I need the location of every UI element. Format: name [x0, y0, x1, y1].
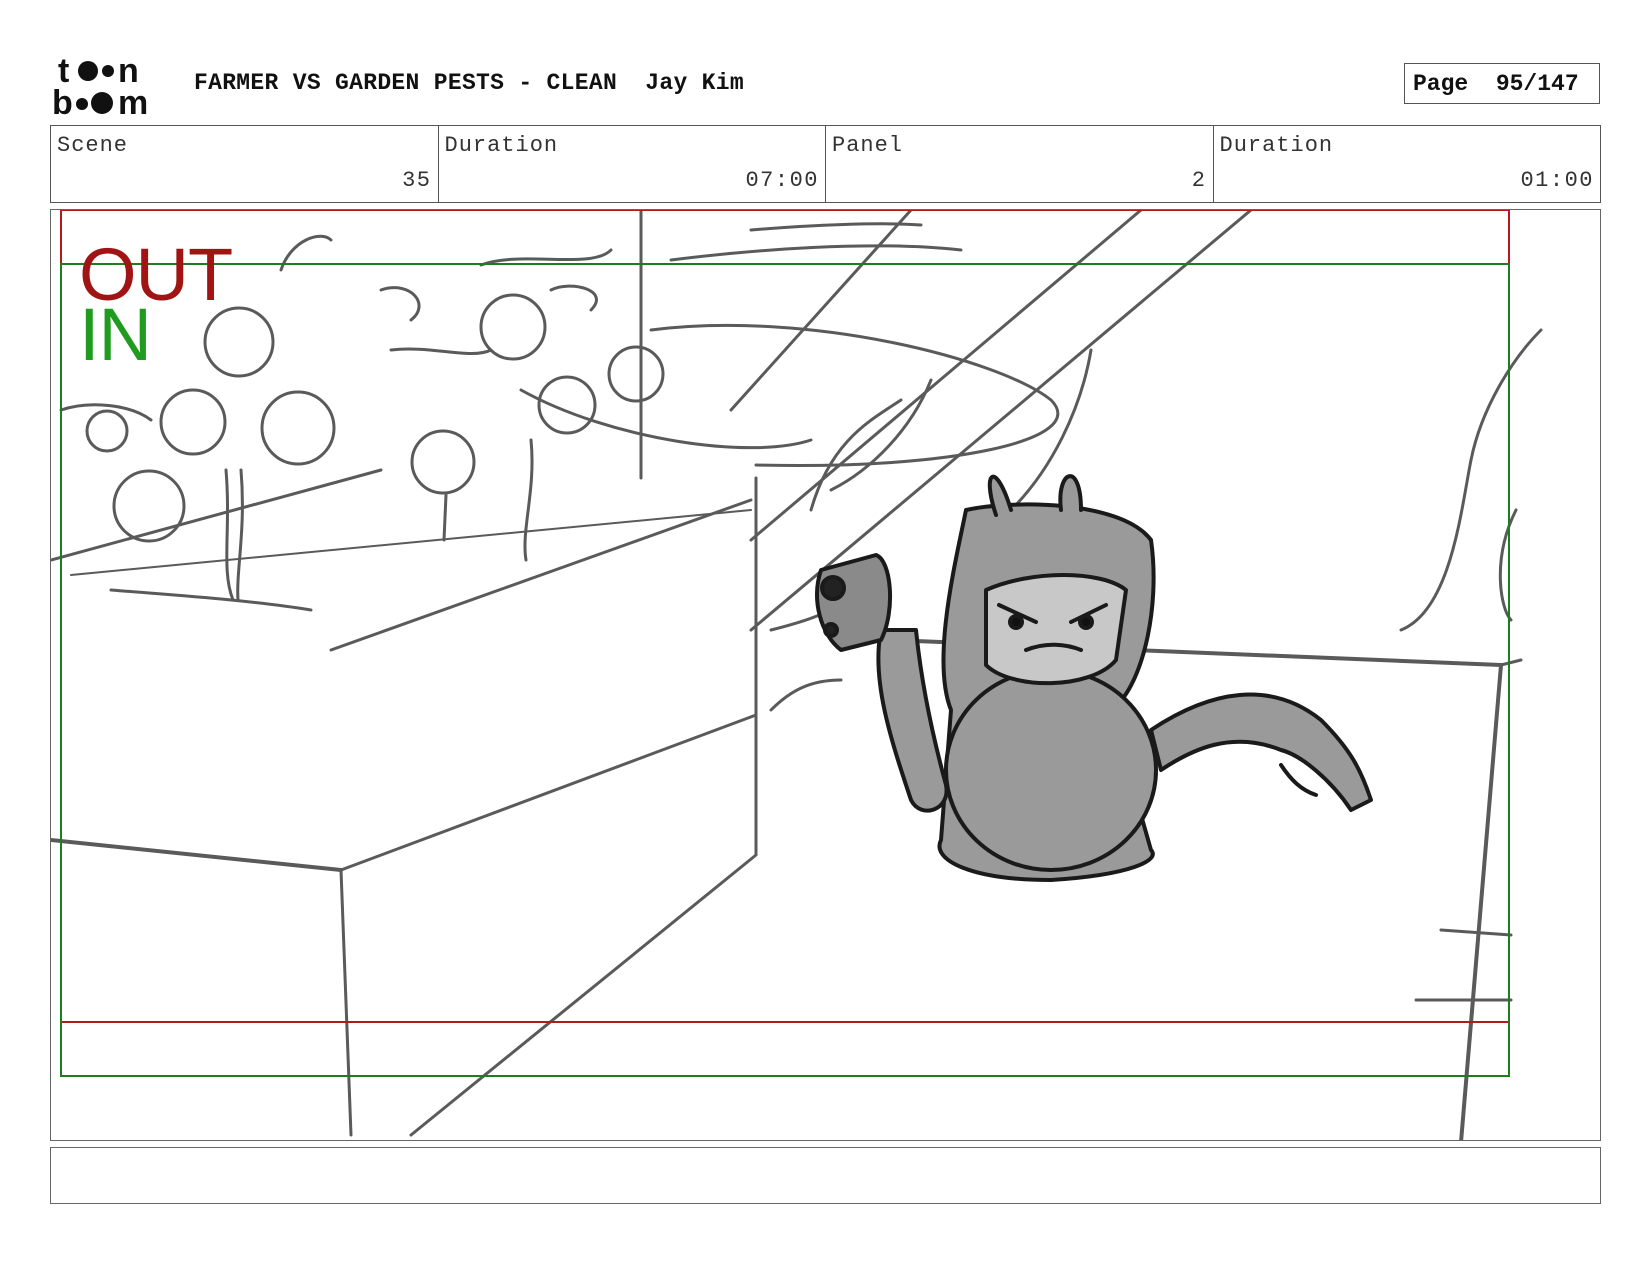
- panel-cell: Panel 2: [826, 126, 1214, 202]
- scene-duration-cell: Duration 07:00: [439, 126, 826, 202]
- panel-duration-label: Duration: [1219, 133, 1334, 158]
- panel-sketch: [51, 210, 1543, 1140]
- scene-duration-value: 07:00: [745, 168, 819, 193]
- in-frame-label: IN: [79, 293, 152, 376]
- panel-info-row: Scene 35 Duration 07:00 Panel 2 Duration…: [50, 125, 1601, 203]
- panel-duration-cell: Duration 01:00: [1214, 126, 1601, 202]
- panel-value: 2: [1191, 168, 1207, 193]
- out-safe-frame: [60, 210, 1510, 1023]
- in-safe-frame: [60, 263, 1510, 1077]
- scene-duration-label: Duration: [444, 133, 559, 158]
- svg-text:b: b: [52, 84, 73, 118]
- panel-notes[interactable]: [50, 1147, 1601, 1204]
- scene-value: 35: [402, 168, 432, 193]
- page-indicator: Page 95/147: [1404, 63, 1600, 104]
- scene-label: Scene: [57, 133, 129, 158]
- storyboard-title: FARMER VS GARDEN PESTS - CLEAN Jay Kim: [194, 70, 744, 96]
- pest-character: [815, 474, 1373, 882]
- panel-label: Panel: [832, 133, 904, 158]
- background-sketch: [51, 210, 1543, 1140]
- panel-duration-value: 01:00: [1520, 168, 1594, 193]
- toon-boom-logo: t n b m: [52, 52, 148, 118]
- storyboard-panel: OUT IN: [50, 209, 1601, 1141]
- page-number: 95/147: [1495, 70, 1579, 97]
- scene-cell: Scene 35: [51, 126, 439, 202]
- page-label: Page: [1413, 70, 1469, 97]
- svg-text:m: m: [118, 84, 148, 118]
